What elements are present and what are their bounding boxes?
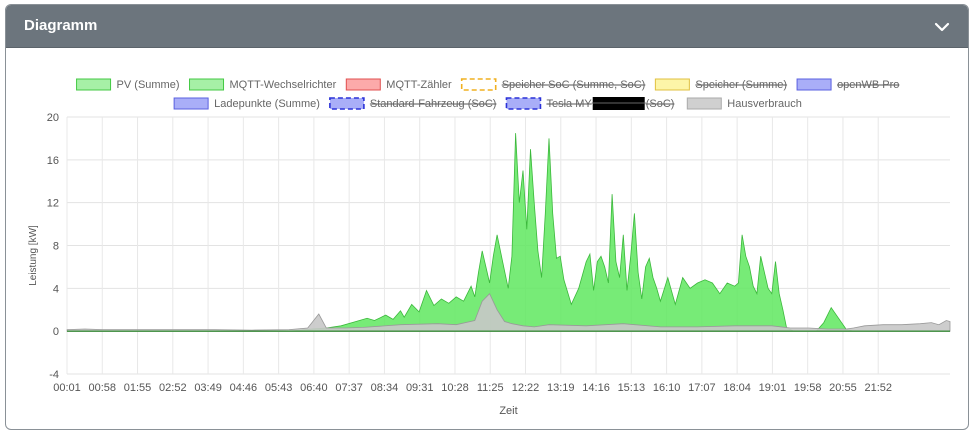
x-tick-label: 02:52 bbox=[159, 382, 187, 394]
y-tick-label: 8 bbox=[53, 241, 59, 253]
energy-chart: PV (Summe) MQTT-Wechselrichter MQTT-Zähler… bbox=[28, 78, 951, 417]
legend-swatch bbox=[329, 97, 365, 110]
y-axis-title: Leistung [kW] bbox=[28, 225, 39, 286]
grid bbox=[66, 116, 950, 375]
legend-label: MQTT-Zähler bbox=[386, 79, 452, 91]
y-tick-label: 12 bbox=[47, 198, 59, 210]
y-tick-label: 4 bbox=[53, 283, 59, 295]
x-tick-label: 12:22 bbox=[512, 382, 540, 394]
x-tick-label: 17:07 bbox=[688, 382, 716, 394]
legend-label: Hausverbrauch bbox=[727, 98, 802, 110]
x-tick-label: 20:55 bbox=[829, 382, 857, 394]
x-tick-label: 00:01 bbox=[53, 382, 81, 394]
legend: PV (Summe) MQTT-Wechselrichter MQTT-Zähler… bbox=[76, 78, 899, 110]
legend-swatch bbox=[76, 78, 112, 91]
panel-title: Diagramm bbox=[24, 17, 98, 34]
legend-swatch bbox=[460, 78, 497, 91]
x-tick-label: 15:13 bbox=[618, 382, 646, 394]
chart-area: PV (Summe) MQTT-Wechselrichter MQTT-Zähler… bbox=[6, 48, 968, 429]
x-tick-label: 06:40 bbox=[300, 382, 328, 394]
axes: -4 0 4 8 12 16 20 00:01 00:58 01:55 02:52 03:49 04:4… bbox=[28, 112, 950, 417]
x-tick-label: 09:31 bbox=[406, 382, 434, 394]
legend-swatch bbox=[654, 78, 690, 91]
x-tick-label: 01:55 bbox=[124, 382, 152, 394]
x-tick-label: 08:34 bbox=[371, 382, 399, 394]
x-tick-label: 05:43 bbox=[265, 382, 293, 394]
legend-label: Tesla MY bbox=[546, 98, 592, 110]
x-tick-label: 04:46 bbox=[230, 382, 258, 394]
y-tick-label: 16 bbox=[47, 155, 59, 167]
legend-label: Ladepunkte (Summe) bbox=[214, 98, 320, 110]
legend-label: Standard-Fahrzeug (SoC) bbox=[370, 98, 497, 110]
chevron-down-icon[interactable] bbox=[934, 19, 950, 35]
x-tick-label: 03:49 bbox=[194, 382, 222, 394]
x-axis-title: Zeit bbox=[499, 405, 517, 417]
y-tick-label: 0 bbox=[53, 326, 59, 338]
legend-label: Speicher SoC (Summe, SoC) bbox=[502, 79, 646, 91]
x-tick-label: 18:04 bbox=[723, 382, 751, 394]
legend-label-suffix: (SoC) bbox=[646, 98, 675, 110]
x-tick-label: 19:01 bbox=[759, 382, 787, 394]
x-tick-label: 10:28 bbox=[441, 382, 469, 394]
legend-label: PV (Summe) bbox=[117, 79, 180, 91]
legend-swatch bbox=[173, 97, 209, 110]
series-areas bbox=[66, 133, 951, 332]
x-tick-label: 00:58 bbox=[89, 382, 117, 394]
legend-swatch bbox=[189, 78, 225, 91]
series-area bbox=[67, 133, 950, 332]
x-tick-label: 19:58 bbox=[794, 382, 822, 394]
x-tick-label: 11:25 bbox=[477, 382, 504, 394]
legend-swatch bbox=[796, 78, 832, 91]
chart-panel: Diagramm PV (Summe) MQTT-Wechselrichter MQ… bbox=[5, 4, 969, 430]
x-tick-label: 13:19 bbox=[547, 382, 575, 394]
legend-label: MQTT-Wechselrichter bbox=[230, 79, 337, 91]
legend-label: Speicher (Summe) bbox=[695, 79, 787, 91]
panel-header[interactable]: Diagramm bbox=[6, 5, 968, 48]
y-tick-label: -4 bbox=[49, 369, 59, 381]
x-tick-label: 21:52 bbox=[864, 382, 892, 394]
y-tick-label: 20 bbox=[47, 112, 59, 124]
legend-swatch bbox=[686, 97, 722, 110]
x-tick-label: 07:37 bbox=[335, 382, 363, 394]
x-tick-label: 14:16 bbox=[582, 382, 610, 394]
legend-swatch bbox=[345, 78, 381, 91]
x-tick-label: 16:10 bbox=[653, 382, 681, 394]
legend-swatch bbox=[505, 97, 542, 110]
legend-label: openWB Pro bbox=[837, 79, 899, 91]
